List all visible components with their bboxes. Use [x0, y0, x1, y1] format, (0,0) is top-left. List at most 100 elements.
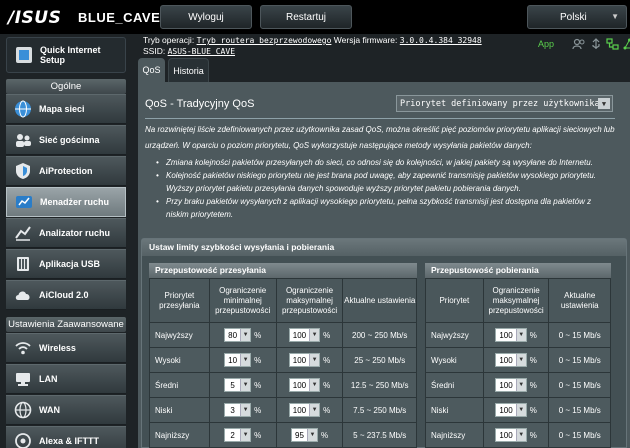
firmware-link[interactable]: 3.0.0.4.384_32948: [400, 36, 482, 45]
percent-label: %: [529, 380, 537, 390]
ssid-info: SSID: ASUS-BLUE_CAVE: [143, 46, 235, 56]
sidebar-item-label: Mapa sieci: [39, 104, 85, 114]
column-header: Aktualne ustawienia: [548, 278, 611, 323]
sidebar-item-label: Wireless: [39, 343, 76, 353]
min-value: 80: [228, 330, 238, 340]
qos-panel: QoS - Tradycyjny QoS Priorytet definiowa…: [138, 82, 630, 448]
sidebar-item-alexa-ifttt[interactable]: Alexa & IFTTT: [6, 426, 126, 448]
chevron-down-icon: ▼: [515, 354, 526, 366]
percent-label: %: [529, 405, 537, 415]
min-bandwidth-select[interactable]: 80 ▼: [224, 328, 252, 342]
column-header: Aktualne ustawienia: [342, 278, 417, 323]
page-title: QoS - Tradycyjny QoS: [145, 98, 255, 110]
current-rate: 0 ~ 15 Mb/s: [548, 372, 611, 398]
chevron-down-icon: ▼: [306, 429, 317, 441]
current-rate: 25 ~ 250 Mb/s: [342, 347, 417, 373]
min-bandwidth-select[interactable]: 2 ▼: [224, 428, 252, 442]
percent-label: %: [323, 380, 331, 390]
ssid-link[interactable]: ASUS-BLUE_CAVE: [168, 47, 235, 56]
logout-button[interactable]: Wyloguj: [160, 5, 252, 29]
table-row: Niski 3 ▼% 100 ▼% 7.5 ~ 250 Mb/s: [149, 397, 417, 423]
qos-mode-select[interactable]: Priorytet definiowany przez użytkownika …: [396, 95, 613, 112]
wireless-icon: [12, 337, 34, 359]
max-value: 100: [292, 380, 307, 390]
sidebar-item-label: Aplikacja USB: [39, 259, 101, 269]
bullet-item: Przy braku pakietów wysyłanych z aplikac…: [145, 195, 615, 221]
min-bandwidth-select[interactable]: 5 ▼: [224, 378, 252, 392]
sidebar-item-aicloud[interactable]: AiCloud 2.0: [6, 280, 126, 310]
percent-label: %: [254, 405, 262, 415]
usb-status-icon[interactable]: [590, 38, 602, 50]
mesh-status-icon[interactable]: [623, 38, 630, 50]
qos-description: Na rozwiniętej liście zdefiniowanych prz…: [145, 125, 615, 150]
max-bandwidth-select[interactable]: 100 ▼: [495, 378, 527, 392]
qos-mode-value: Priorytet definiowany przez użytkownika: [400, 98, 600, 109]
priority-label: Wysoki: [425, 347, 484, 373]
max-value: 100: [292, 330, 307, 340]
sidebar-item-guest-network[interactable]: Sieć gościnna: [6, 125, 126, 155]
current-rate: 7.5 ~ 250 Mb/s: [342, 397, 417, 423]
upload-bandwidth-box: Przepustowość przesyłania Priorytet prze…: [149, 263, 417, 448]
app-link[interactable]: App: [538, 39, 554, 49]
max-value: 100: [292, 405, 307, 415]
priority-label: Najwyższy: [149, 322, 210, 348]
chevron-down-icon: ▼: [309, 379, 320, 391]
bullet-item: Zmiana kolejności pakietów przesyłanych …: [145, 156, 615, 169]
restart-button[interactable]: Restartuj: [260, 5, 352, 29]
tab-history[interactable]: Historia: [168, 58, 209, 82]
download-table: Priorytet Ograniczenie maksymalnej przep…: [425, 278, 611, 448]
language-value: Polski: [560, 11, 587, 23]
priority-label: Najniższy: [149, 422, 210, 448]
current-rate: 200 ~ 250 Mb/s: [342, 322, 417, 348]
priority-label: Wysoki: [149, 347, 210, 373]
max-bandwidth-select[interactable]: 100 ▼: [495, 428, 527, 442]
sidebar-item-label: Quick Internet Setup: [40, 45, 101, 65]
mode-link[interactable]: Tryb routera bezprzewodowego: [197, 36, 332, 45]
percent-label: %: [323, 330, 331, 340]
sidebar-group-general: Ogólne: [6, 79, 126, 94]
sidebar-item-wireless[interactable]: Wireless: [6, 333, 126, 363]
sidebar-item-label: Analizator ruchu: [39, 228, 111, 238]
sidebar-item-lan[interactable]: LAN: [6, 364, 126, 394]
chevron-down-icon: ▼: [515, 379, 526, 391]
sidebar-item-label: AiProtection: [39, 166, 93, 176]
percent-label: %: [320, 430, 329, 440]
chevron-down-icon: ▼: [240, 429, 251, 441]
current-rate: 12.5 ~ 250 Mb/s: [342, 372, 417, 398]
max-bandwidth-select[interactable]: 100 ▼: [288, 353, 321, 367]
max-bandwidth-select[interactable]: 100 ▼: [495, 403, 527, 417]
users-icon[interactable]: [572, 38, 586, 50]
column-header: Ograniczenie maksymalnej przepustowości: [275, 278, 344, 323]
max-bandwidth-select[interactable]: 100 ▼: [288, 403, 321, 417]
rate-limits-title: Ustaw limity szybkości wysyłania i pobie…: [142, 239, 626, 256]
priority-label: Średni: [149, 372, 210, 398]
max-bandwidth-select[interactable]: 95 ▼: [290, 428, 318, 442]
sidebar-item-network-map[interactable]: Mapa sieci: [6, 94, 126, 124]
language-select[interactable]: Polski ▼: [527, 5, 627, 29]
sidebar-item-label: WAN: [39, 405, 60, 415]
min-bandwidth-select[interactable]: 10 ▼: [224, 353, 252, 367]
max-bandwidth-select[interactable]: 100 ▼: [495, 328, 527, 342]
table-row: Najniższy 2 ▼% 95 ▼% 5 ~ 237.5 Mb/s: [149, 422, 417, 448]
network-status-icon[interactable]: [606, 38, 619, 50]
sidebar-item-traffic-manager[interactable]: Menadżer ruchu: [6, 187, 126, 217]
max-bandwidth-select[interactable]: 100 ▼: [288, 328, 321, 342]
wizard-icon: [13, 44, 35, 66]
max-value: 95: [295, 430, 304, 440]
percent-label: %: [323, 405, 331, 415]
sidebar-item-usb-app[interactable]: Aplikacja USB: [6, 249, 126, 279]
chevron-down-icon: ▼: [240, 379, 251, 391]
sidebar-item-quick-setup[interactable]: Quick Internet Setup: [6, 37, 126, 73]
priority-label: Średni: [425, 372, 484, 398]
sidebar-item-wan[interactable]: WAN: [6, 395, 126, 425]
shield-icon: [12, 160, 34, 182]
sidebar-item-label: Menadżer ruchu: [40, 197, 110, 207]
lan-icon: [12, 368, 34, 390]
sidebar-item-traffic-analyzer[interactable]: Analizator ruchu: [6, 218, 126, 248]
max-bandwidth-select[interactable]: 100 ▼: [495, 353, 527, 367]
sidebar-item-label: LAN: [39, 374, 58, 384]
max-bandwidth-select[interactable]: 100 ▼: [288, 378, 321, 392]
tab-qos[interactable]: QoS: [138, 58, 165, 82]
sidebar-item-aiprotection[interactable]: AiProtection: [6, 156, 126, 186]
min-bandwidth-select[interactable]: 3 ▼: [224, 403, 252, 417]
